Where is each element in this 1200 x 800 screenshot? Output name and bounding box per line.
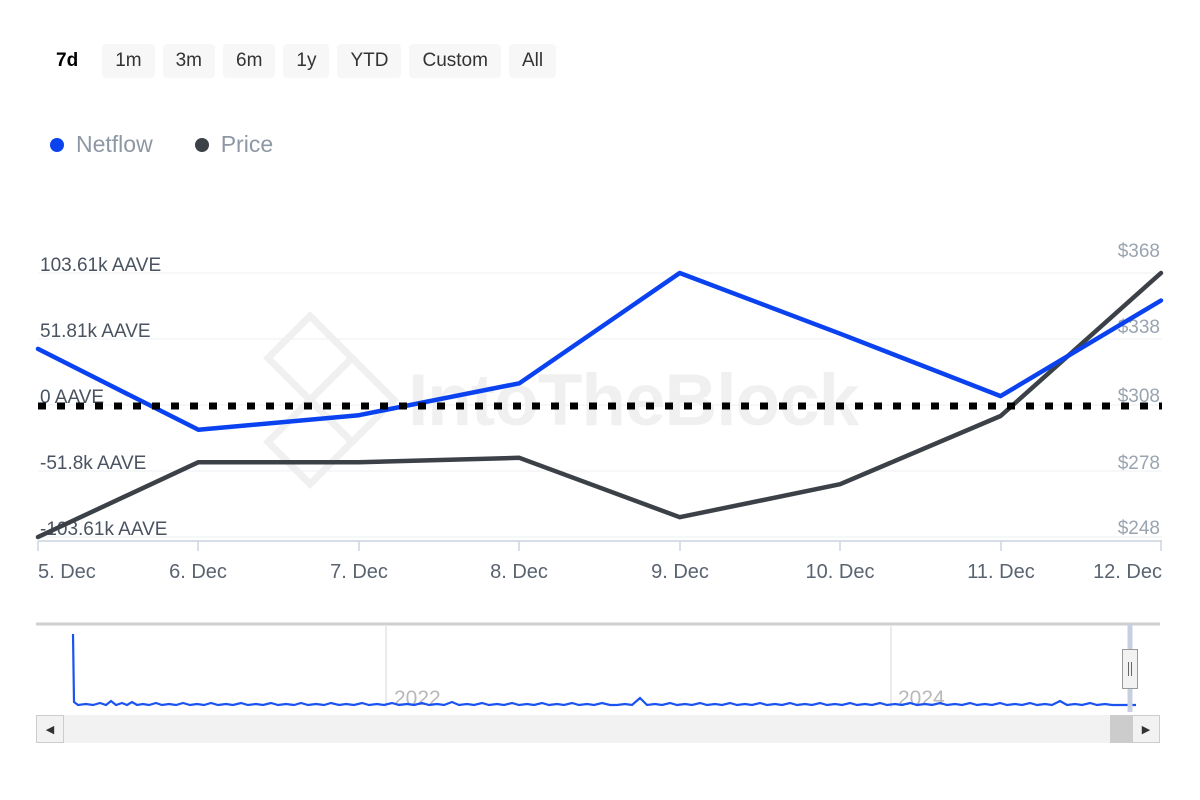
x-axis-tick-label: 6. Dec (169, 561, 227, 583)
scroll-left-arrow-icon[interactable]: ◀ (36, 715, 64, 743)
y-axis-left-tick-label: -51.8k AAVE (40, 453, 146, 474)
watermark-text: IntoTheBlock (408, 360, 860, 441)
navigator-year-label: 2022 (394, 687, 441, 710)
scrollbar-thumb[interactable] (1110, 715, 1132, 743)
x-axis-tick-label: 5. Dec (38, 561, 96, 583)
y-axis-right-tick-label: $278 (1118, 453, 1160, 474)
x-axis-tick-label: 8. Dec (490, 561, 548, 583)
x-axis-tick-label: 10. Dec (806, 561, 875, 583)
chart-right-axis-labels: $368 $338 $308 $278 $248 (1118, 241, 1160, 539)
chart-svg: IntoTheBlock 103.61k AAVE 51.81k AAVE (0, 0, 1200, 600)
y-axis-left-tick-label: 103.61k AAVE (40, 255, 161, 276)
y-axis-right-tick-label: $368 (1118, 241, 1160, 262)
chart-left-axis-labels: 103.61k AAVE 51.81k AAVE 0 AAVE -51.8k A… (40, 255, 167, 540)
intotheblock-logo-icon (268, 316, 394, 484)
navigator-handle-right[interactable] (1122, 649, 1138, 689)
y-axis-left-tick-label: 51.81k AAVE (40, 321, 151, 342)
chart-plot-area[interactable]: IntoTheBlock 103.61k AAVE 51.81k AAVE (0, 0, 1200, 600)
chart-navigator[interactable]: 2022 2024 ◀ ▶ (36, 620, 1160, 740)
intotheblock-watermark: IntoTheBlock (268, 316, 860, 484)
scroll-right-arrow-icon[interactable]: ▶ (1132, 715, 1160, 743)
x-axis-tick-label: 9. Dec (651, 561, 709, 583)
navigator-series-svg[interactable]: 2022 2024 (36, 620, 1160, 712)
navigator-year-label: 2024 (898, 687, 945, 710)
chart-x-axis (38, 541, 1162, 551)
navigator-sparkline (73, 634, 1136, 705)
scrollbar-track[interactable] (64, 715, 1132, 743)
y-axis-left-tick-label: 0 AAVE (40, 387, 104, 408)
x-axis-tick-label: 7. Dec (330, 561, 388, 583)
chart-x-axis-labels: 5. Dec 6. Dec 7. Dec 8. Dec 9. Dec 10. D… (38, 561, 1162, 583)
x-axis-tick-label: 11. Dec (967, 561, 1034, 583)
navigator-scrollbar[interactable]: ◀ ▶ (36, 715, 1160, 743)
y-axis-right-tick-label: $248 (1118, 518, 1160, 539)
x-axis-tick-label: 12. Dec (1093, 561, 1162, 583)
navigator-handle-grip-icon (1128, 662, 1132, 676)
